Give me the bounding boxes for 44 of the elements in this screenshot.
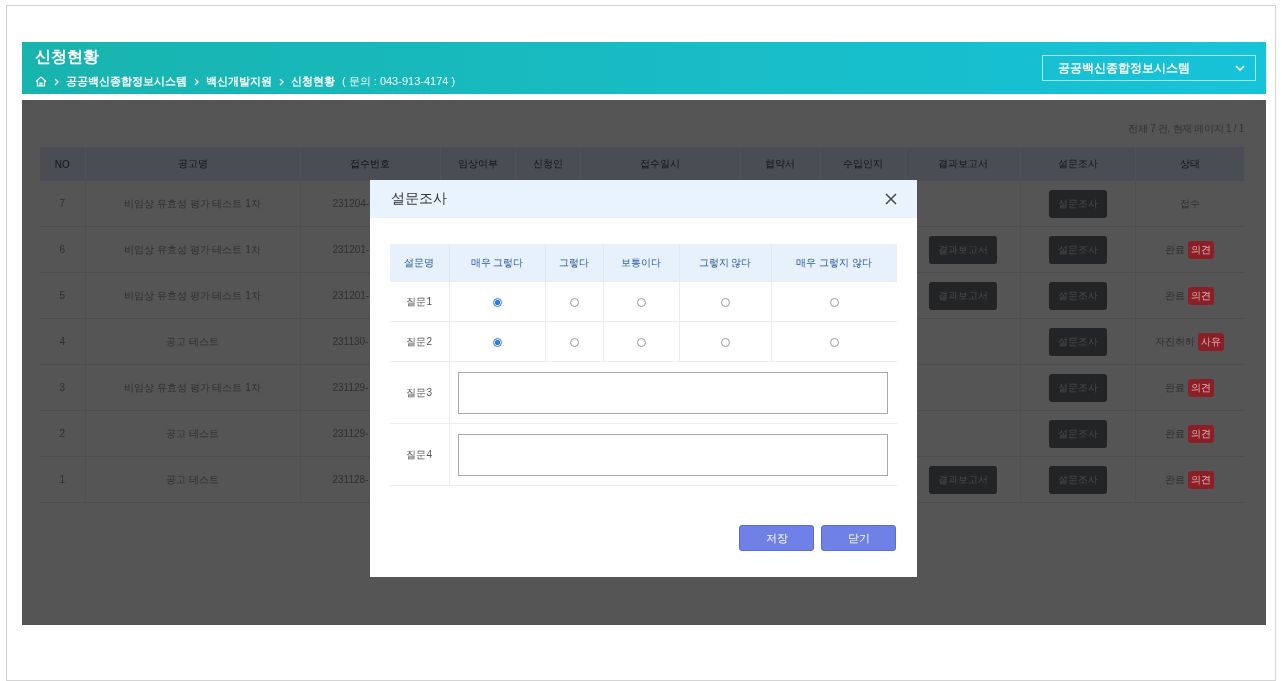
system-select[interactable]: 공공백신종합정보시스템 bbox=[1042, 55, 1256, 81]
status-badge[interactable]: 사유 bbox=[1198, 332, 1225, 351]
status-badge[interactable]: 의견 bbox=[1188, 470, 1215, 489]
status-badge[interactable]: 의견 bbox=[1188, 378, 1215, 397]
column-header: 매우 그렇다 bbox=[470, 257, 524, 268]
breadcrumb-link[interactable]: 공공백신종합정보시스템 bbox=[66, 74, 187, 89]
radio-button[interactable] bbox=[636, 337, 646, 347]
column-header: 보통이다 bbox=[621, 257, 661, 268]
breadcrumb-link[interactable]: 백신개발지원 bbox=[206, 74, 272, 89]
column-header: 설문명 bbox=[404, 257, 435, 268]
chevron-right-icon bbox=[54, 77, 59, 86]
radio-button[interactable] bbox=[720, 337, 730, 347]
radio-button[interactable] bbox=[636, 297, 646, 307]
radio-button[interactable] bbox=[492, 337, 502, 347]
radio-button[interactable] bbox=[829, 297, 839, 307]
radio-button[interactable] bbox=[569, 297, 579, 307]
radio-button[interactable] bbox=[829, 337, 839, 347]
question-label: 질문4 bbox=[406, 448, 433, 460]
chevron-right-icon bbox=[279, 77, 284, 86]
status-badge[interactable]: 의견 bbox=[1188, 240, 1215, 259]
page-title: 신청현황 bbox=[35, 47, 100, 67]
column-header: 그렇다 bbox=[559, 257, 589, 268]
column-header: 그렇지 않다 bbox=[698, 257, 752, 268]
status-badge[interactable]: 의견 bbox=[1188, 286, 1215, 305]
question-label: 질문1 bbox=[406, 295, 433, 307]
question-label: 질문2 bbox=[406, 335, 433, 347]
modal-title: 설문조사 bbox=[391, 190, 447, 208]
radio-button[interactable] bbox=[720, 297, 730, 307]
chevron-right-icon bbox=[194, 77, 199, 86]
modal-button[interactable]: 닫기 bbox=[821, 525, 896, 551]
answer-field[interactable] bbox=[458, 371, 889, 414]
answer-field[interactable] bbox=[458, 433, 889, 476]
column-header: 매우 그렇지 않다 bbox=[796, 257, 873, 268]
breadcrumb-link[interactable]: 신청현황 bbox=[291, 74, 335, 89]
contact-info: ( 문의 : 043-913-4174 ) bbox=[342, 74, 456, 89]
radio-button[interactable] bbox=[492, 297, 502, 307]
close-button[interactable] bbox=[885, 193, 897, 205]
chevron-down-icon bbox=[1235, 65, 1245, 71]
status-badge[interactable]: 의견 bbox=[1188, 424, 1215, 443]
column-header: NO bbox=[54, 158, 70, 170]
question-label: 질문3 bbox=[406, 386, 433, 398]
modal-button[interactable]: 저장 bbox=[739, 525, 814, 551]
radio-button[interactable] bbox=[569, 337, 579, 347]
home-icon[interactable] bbox=[35, 76, 47, 87]
